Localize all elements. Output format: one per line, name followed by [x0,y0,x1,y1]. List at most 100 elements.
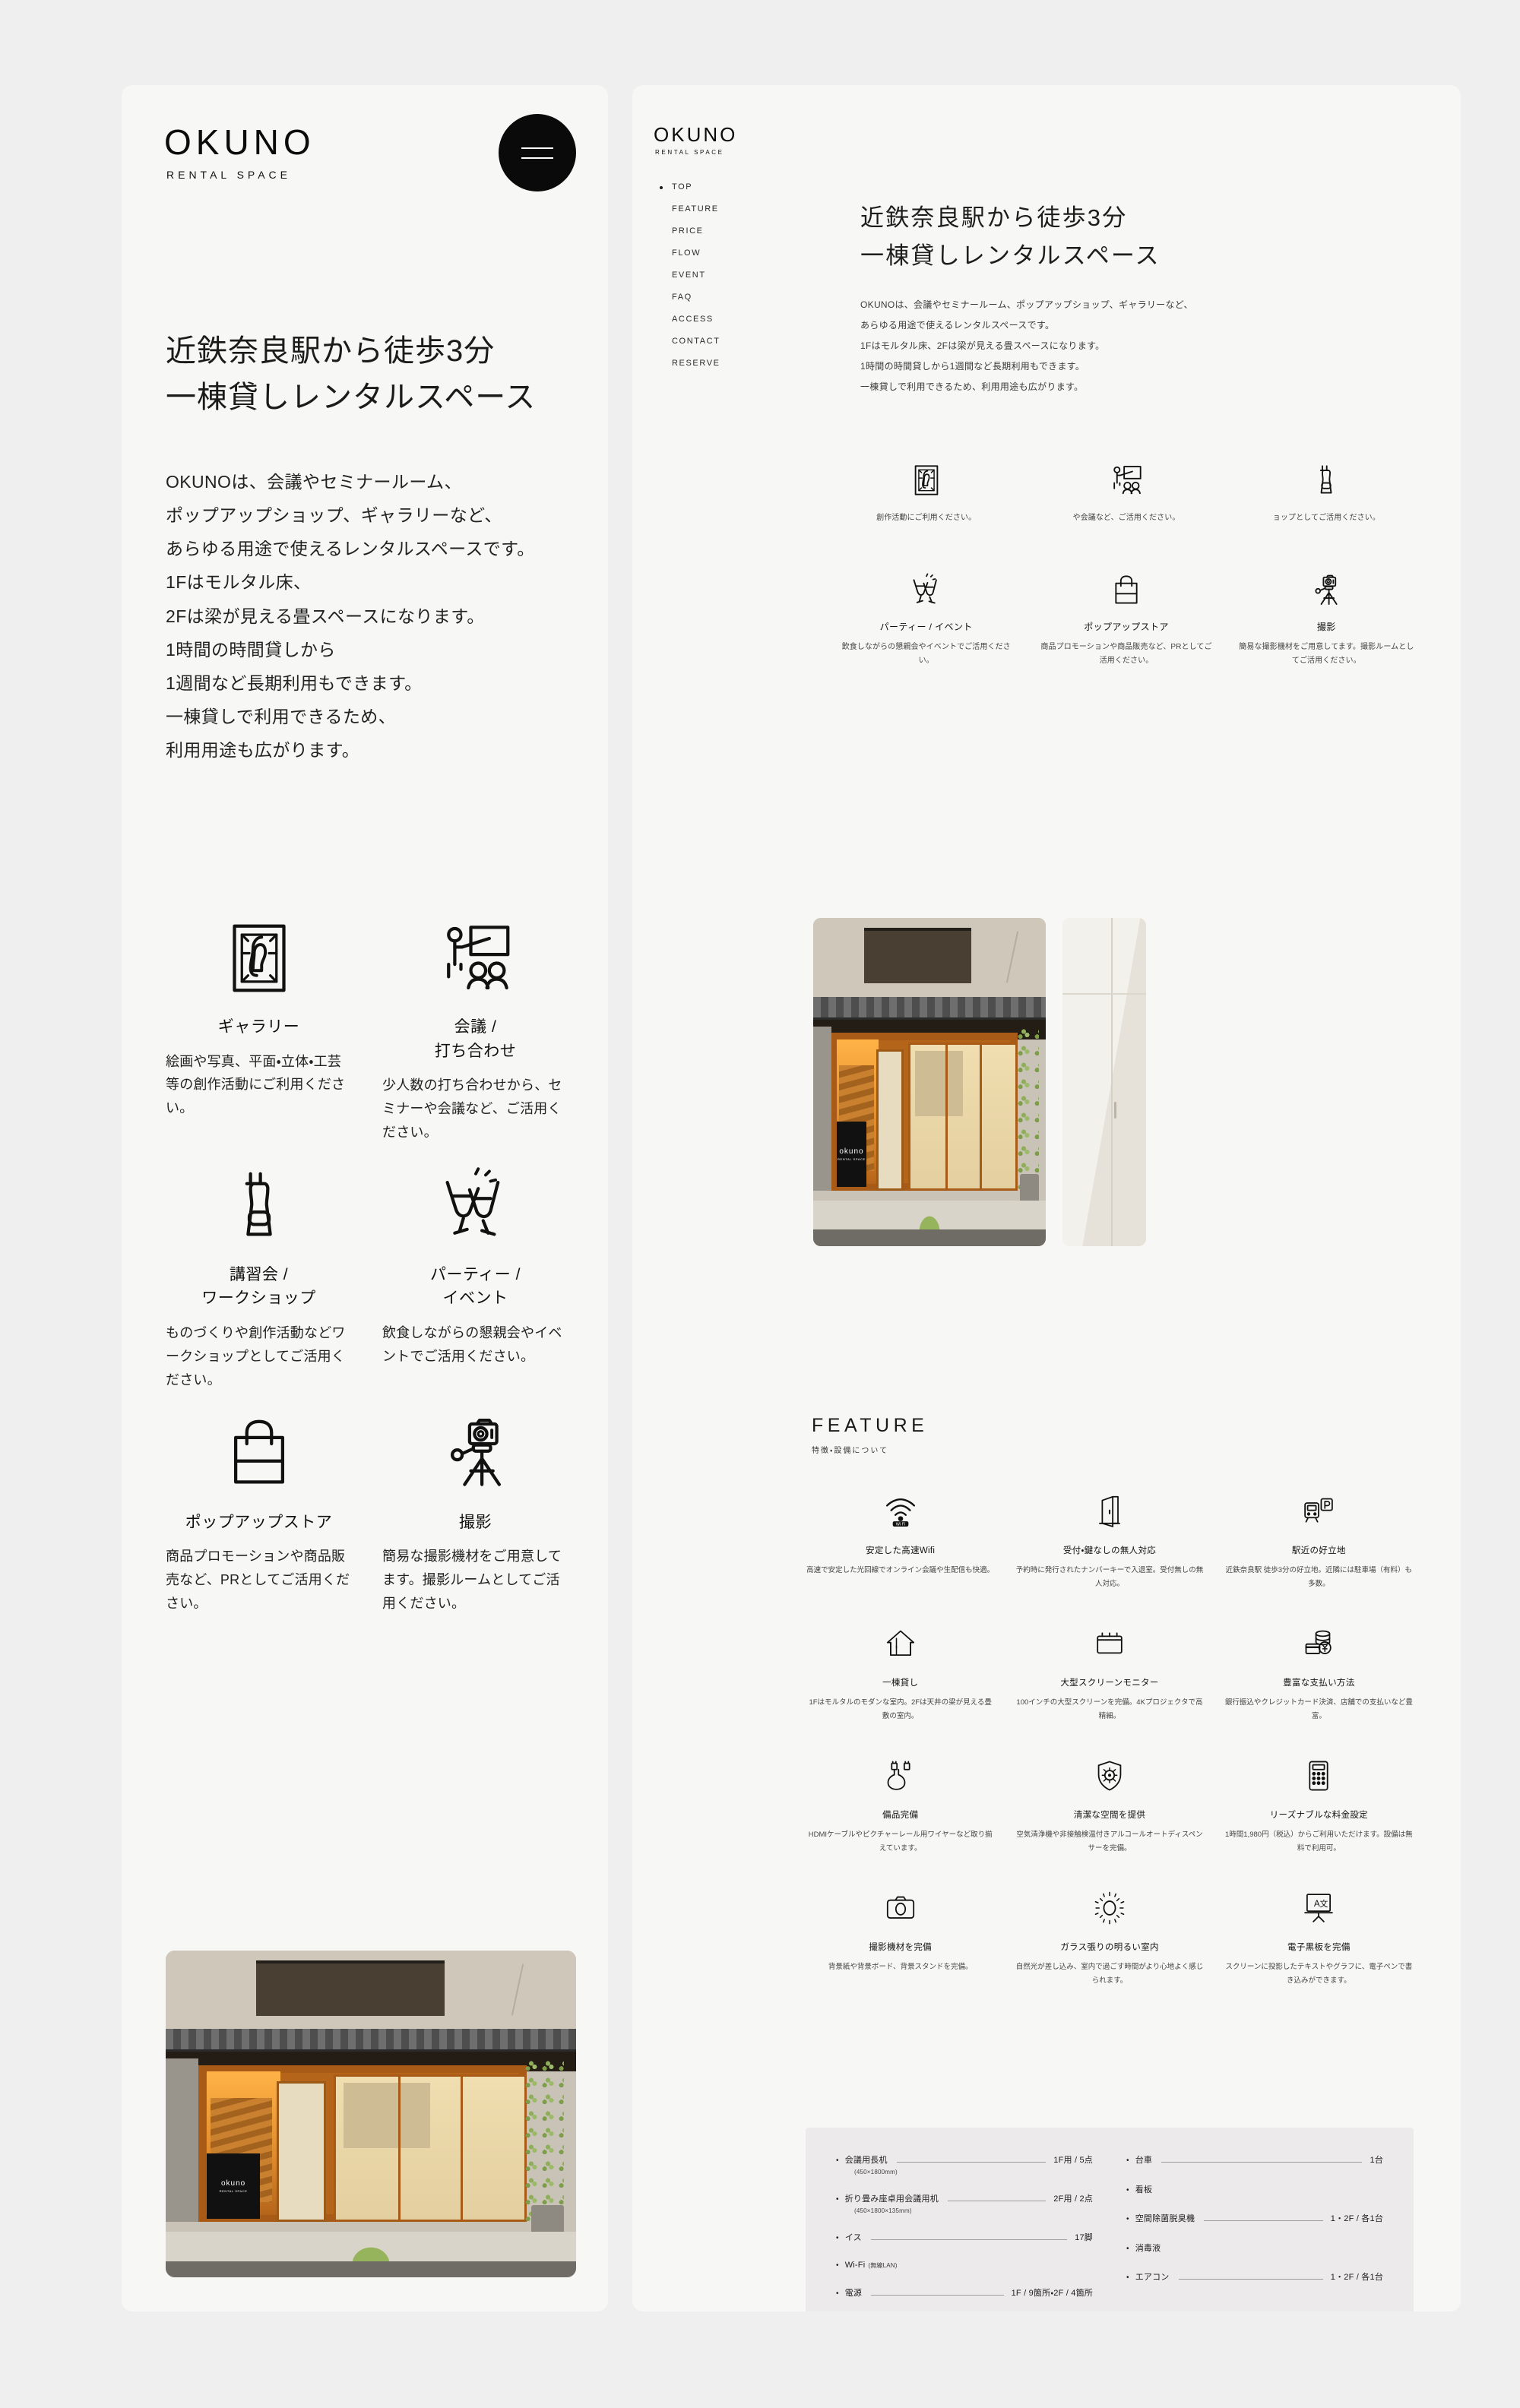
leader-line [871,2295,1004,2296]
desktop-hero-title: 近鉄奈良駅から徒歩3分 一棟貸しレンタルスペース [784,85,1461,275]
hamburger-menu-button[interactable] [499,114,576,191]
camera-icon [806,1884,995,1932]
equipment-item: • 電源 1F / 9箇所・2F / 4箇所 [836,2286,1093,2299]
feature-card-desc: 銀行振込やクレジットカード決済、店舗での支払いなど豊富。 [1224,1698,1413,1721]
feature-card[interactable]: 備品完備 HDMIケーブルやピクチャーレール用ワイヤーなど取り揃えています。 [806,1752,995,1856]
equipment-qty: 1・2F / 各1台 [1330,2214,1383,2223]
usecase-card[interactable]: ポップアップストア 商品プロモーションや商品販売など、PRとしてご活用ください。 [166,1409,352,1615]
usecase-card[interactable]: パーティー / イベント 飲食しながらの懇親会やイベントでご活用ください。 [382,1161,568,1392]
feature-card[interactable]: ガラス張りの明るい室内 自然光が差し込み、室内で過ごす時間がより心地よく感じられ… [1015,1884,1204,1988]
hamburger-line-top [521,147,553,149]
lead-line: 一棟貸しで利用できるため、利用用途も広がります。 [860,381,1084,393]
lead-line: 一棟貸しで利用できるため、 [166,707,397,727]
desktop-exterior-photo[interactable]: okuno RENTAL SPACE [813,918,1046,1246]
feature-card-desc: 近鉄奈良駅 徒歩3分の好立地。近隣には駐車場（有料）も多数。 [1225,1566,1413,1589]
usecase-card-desc: 飲食しながらの懇親会やイベントでご活用ください。 [841,642,1011,666]
logo-wordmark: OKUNO [164,122,315,162]
desktop-logo[interactable]: OKUNO RENTAL SPACE [654,125,737,156]
nav-item-access[interactable]: ACCESS [655,315,769,324]
desktop-preview-panel: OKUNO RENTAL SPACE TOP FEATURE PRICE FLO… [632,85,1461,2311]
feature-card-desc: スクリーンに投影したテキストやグラフに、電子ペンで書き込みができます。 [1225,1963,1413,1986]
hero-line-1: 近鉄奈良駅から徒歩3分 [166,334,496,368]
hero-line-1: 近鉄奈良駅から徒歩3分 [860,204,1128,231]
feature-card-desc: 空気清浄機や非接触検温付きアルコールオートディスペンサーを完備。 [1016,1831,1203,1853]
feature-card[interactable]: Wi Fi 安定した高速Wifi 高速で安定した光回線でオンライン会議や生配信も… [806,1488,995,1591]
mobile-logo[interactable]: OKUNO RENTAL SPACE [164,125,315,181]
feature-card-desc: 1Fはモルタルのモダンな室内。2Fは天井の梁が見える畳敷の室内。 [809,1698,992,1721]
equipment-item: • イス 17脚 [836,2231,1093,2244]
lead-line: OKUNOは、会議やセミナールーム、 [166,472,462,492]
feature-card[interactable]: 大型スクリーンモニター 100インチの大型スクリーンを完備。4Kプロジェクタで高… [1015,1620,1204,1723]
gallery-frame-icon [166,913,352,1003]
feature-card-desc: 高速で安定した光回線でオンライン会議や生配信も快適。 [806,1566,995,1574]
usecase-card[interactable]: 会議 / 打ち合わせ 少人数の打ち合わせから、セミナーや会議など、ご活用ください。 [382,913,568,1144]
usecase-card-desc: 創作活動にご利用ください。 [876,514,977,523]
equipment-qty: 1F / 9箇所・2F / 4箇所 [1011,2289,1093,2298]
nav-item-feature[interactable]: FEATURE [655,204,769,214]
feature-card[interactable]: A 文 電子黒板を完備 スクリーンに投影したテキストやグラフに、電子ペンで書き込… [1224,1884,1414,1988]
equipment-name: 消毒液 [1135,2244,1161,2253]
usecase-card-title: ギャラリー [217,1018,300,1036]
nav-item-contact[interactable]: CONTACT [655,337,769,346]
lead-line: あらゆる用途で使えるレンタルスペースです。 [166,539,535,559]
equipment-dimension: (450×1800mm) [854,2169,898,2175]
equipment-qty: 17脚 [1075,2233,1093,2242]
presentation-icon [1037,449,1214,498]
leader-line [1161,2162,1363,2163]
equipment-name: 会議用長机 [844,2156,888,2165]
feature-card[interactable]: 受付・鍵なしの無人対応 予約時に発行されたナンバーキーで入退室。受付無しの無人対… [1015,1488,1204,1591]
feature-card[interactable]: 撮影機材を完備 背景紙や背景ボード、背景スタンドを完備。 [806,1884,995,1988]
wifi-icon: Wi Fi [806,1488,995,1535]
shopping-bag-icon [166,1409,352,1498]
feature-card[interactable]: 駅近の好立地 近鉄奈良駅 徒歩3分の好立地。近隣には駐車場（有料）も多数。 [1224,1488,1414,1591]
apron-icon [166,1161,352,1251]
nav-item-top[interactable]: TOP [655,182,769,191]
nav-item-faq[interactable]: FAQ [655,293,769,302]
equipment-item: • 会議用長机 1F用 / 5点 (450×1800mm) [836,2153,1093,2175]
feature-card-title: 清潔な空間を提供 [1073,1811,1146,1821]
equipment-list: • 会議用長机 1F用 / 5点 (450×1800mm) • 折り畳み座卓用会… [806,2128,1414,2311]
shield-virus-icon [1015,1752,1204,1799]
usecase-card[interactable]: 創作活動にご利用ください。 [838,449,1015,526]
usecase-card[interactable]: 撮影 簡易な撮影機材をご用意してます。撮影ルームとしてご活用ください。 [382,1409,568,1615]
equipment-dimension: (450×1800×135mm) [854,2207,912,2214]
feature-card[interactable]: 豊富な支払い方法 銀行振込やクレジットカード決済、店舗での支払いなど豊富。 [1224,1620,1414,1723]
usecase-card[interactable]: や会議など、ご活用ください。 [1037,449,1214,526]
desktop-usecase-grid: 創作活動にご利用ください。 や会議など、ご活用ください。 ョップとしてご活用くだ… [784,397,1415,669]
desktop-lead-paragraph: OKUNOは、会議やセミナールーム、ポップアップショップ、ギャラリーなど、 あらゆ… [784,275,1461,397]
bullet-icon: • [1126,2245,1129,2253]
feature-card[interactable]: リーズナブルな料金設定 1時間1,980円（税込）からご利用いただけます。設備は… [1224,1752,1414,1856]
equipment-qty: 1・2F / 各1台 [1330,2273,1383,2282]
usecase-card-desc: 商品プロモーションや商品販売など、PRとしてご活用ください。 [166,1549,350,1612]
usecase-card[interactable]: パーティー / イベント 飲食しながらの懇親会やイベントでご活用ください。 [838,559,1015,669]
desktop-photo-next-peek[interactable] [1062,918,1146,1246]
bullet-icon: • [836,2261,839,2270]
equipment-item: • Wi-Fi (無線LAN) [836,2261,1093,2270]
nav-item-reserve[interactable]: RESERVE [655,359,769,368]
equipment-name: 看板 [1135,2185,1153,2194]
usecase-card[interactable]: ギャラリー 絵画や写真、平面・立体・工芸等の創作活動にご利用ください。 [166,913,352,1144]
lead-line: 1時間の時間貸しから [166,639,336,660]
feature-card[interactable]: 一棟貸し 1Fはモルタルのモダンな室内。2Fは天井の梁が見える畳敷の室内。 [806,1620,995,1723]
train-parking-icon [1224,1488,1414,1535]
nav-item-event[interactable]: EVENT [655,271,769,280]
equipment-item: • 空間除菌脱臭機 1・2F / 各1台 [1126,2212,1383,2225]
lead-line: 利用用途も広がります。 [166,740,360,761]
usecase-card-title: 撮影 [459,1513,492,1531]
nav-item-flow[interactable]: FLOW [655,248,769,258]
lead-line: OKUNOは、会議やセミナールーム、ポップアップショップ、ギャラリーなど、 [860,299,1193,311]
equipment-name: 電源 [844,2289,863,2298]
bullet-icon: • [836,2156,839,2165]
usecase-card[interactable]: ョップとしてご活用ください。 [1238,449,1415,526]
nav-item-price[interactable]: PRICE [655,226,769,236]
feature-card-title: 豊富な支払い方法 [1283,1679,1355,1688]
hero-line-2: 一棟貸しレンタルスペース [860,242,1161,270]
equipment-name: 空間除菌脱臭機 [1135,2214,1195,2223]
feature-card-desc: 100インチの大型スクリーンを完備。4Kプロジェクタで高精細。 [1016,1698,1203,1721]
usecase-card[interactable]: 撮影 簡易な撮影機材をご用意してます。撮影ルームとしてご活用ください。 [1238,559,1415,669]
usecase-card[interactable]: 講習会 / ワークショップ ものづくりや創作活動などワークショップとしてご活用くだ… [166,1161,352,1392]
leader-line [1178,2279,1323,2280]
equipment-item: • 台車 1台 [1126,2153,1383,2166]
feature-card[interactable]: 清潔な空間を提供 空気清浄機や非接触検温付きアルコールオートディスペンサーを完備… [1015,1752,1204,1856]
usecase-card[interactable]: ポップアップストア 商品プロモーションや商品販売など、PRとしてご活用ください。 [1037,559,1214,669]
